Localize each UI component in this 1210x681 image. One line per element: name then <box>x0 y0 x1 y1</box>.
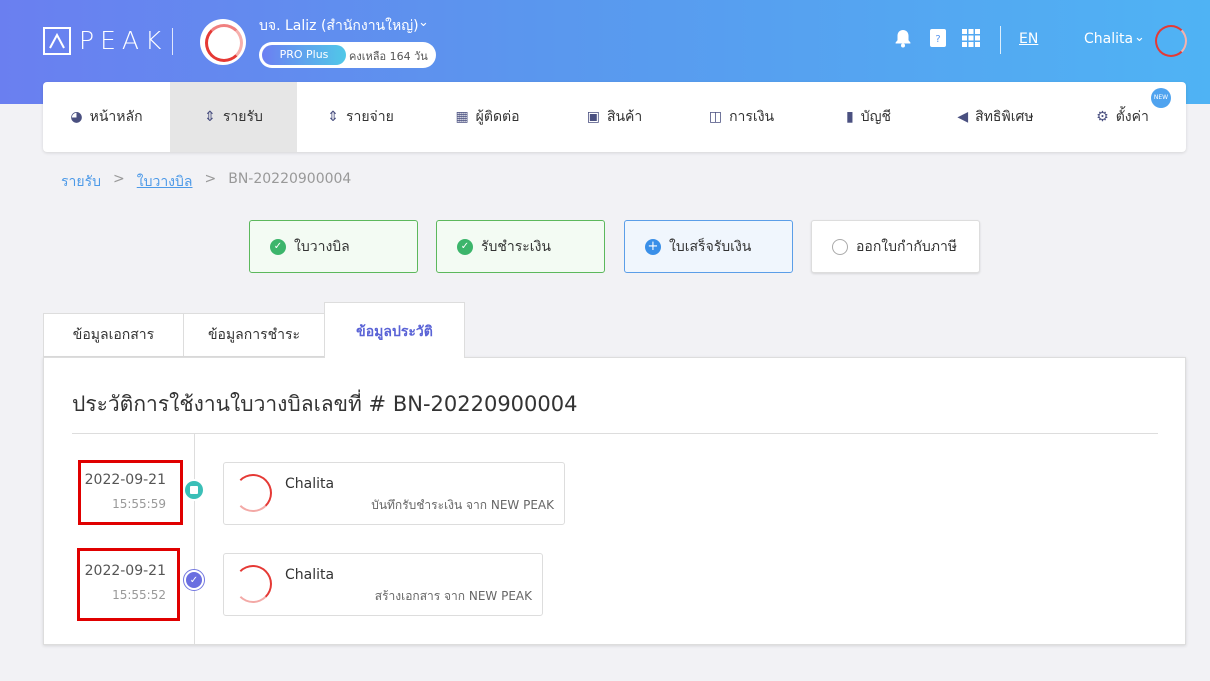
grid-icon[interactable] <box>960 27 982 49</box>
timeline-time: 15:55:59 <box>112 497 166 511</box>
history-panel: ประวัติการใช้งานใบวางบิลเลขที่ # BN-2022… <box>43 357 1186 645</box>
timeline-marker-icon <box>183 479 205 501</box>
workflow-step-billing-note[interactable]: ✓ ใบวางบิล <box>249 220 418 273</box>
nav-item-finance[interactable]: ◫ การเงิน <box>678 82 805 152</box>
breadcrumb-income[interactable]: รายรับ <box>61 171 101 193</box>
main-navigation: ◕ หน้าหลัก ⇕ รายรับ ⇕ รายจ่าย ▦ ผู้ติดต่… <box>43 82 1186 152</box>
megaphone-icon: ◀ <box>957 109 969 125</box>
header-divider <box>1000 26 1001 54</box>
plus-circle-icon: + <box>645 238 661 255</box>
timeline-time: 15:55:52 <box>112 588 166 602</box>
timeline-date: 2022-09-21 <box>84 563 166 579</box>
peak-logo[interactable]: PEAK <box>43 26 167 55</box>
timeline-user: Chalita <box>285 567 335 583</box>
language-switch[interactable]: EN <box>1019 31 1038 47</box>
nav-item-label: หน้าหลัก <box>89 109 143 125</box>
gear-icon: ⚙ <box>1096 109 1109 125</box>
nav-item-label: สิทธิพิเศษ <box>975 109 1034 125</box>
timeline-user: Chalita <box>285 476 335 492</box>
nav-item-privileges[interactable]: ◀ สิทธิพิเศษ <box>932 82 1059 152</box>
check-circle-icon: ✓ <box>270 238 286 255</box>
tab-label: ข้อมูลเอกสาร <box>72 327 155 343</box>
header-divider <box>172 28 173 55</box>
money-icon: ◫ <box>708 109 723 125</box>
workflow-step-tax-invoice[interactable]: ออกใบกำกับภาษี <box>811 220 980 273</box>
nav-item-label: สินค้า <box>606 109 643 125</box>
tab-history[interactable]: ข้อมูลประวัติ <box>324 302 465 358</box>
step-label: ใบวางบิล <box>294 238 350 255</box>
timeline-line <box>194 434 195 645</box>
tab-payment-info[interactable]: ข้อมูลการชำระ <box>183 313 325 357</box>
nav-item-products[interactable]: ▣ สินค้า <box>551 82 678 152</box>
logo-mark-icon <box>43 26 71 55</box>
user-avatar <box>234 474 272 512</box>
timeline-action: สร้างเอกสาร จาก NEW PEAK <box>374 589 532 603</box>
box-icon: ▣ <box>586 109 600 125</box>
user-avatar[interactable] <box>1155 25 1187 57</box>
nav-item-label: รายรับ <box>222 109 263 125</box>
step-label: ออกใบกำกับภาษี <box>856 238 958 255</box>
check-circle-icon: ✓ <box>183 569 205 591</box>
ledger-icon: ▮ <box>845 109 854 125</box>
svg-text:?: ? <box>935 34 940 45</box>
timeline-date: 2022-09-21 <box>84 472 166 488</box>
user-avatar <box>234 565 272 603</box>
timeline-entry-card: Chalita บันทึกรับชำระเงิน จาก NEW PEAK <box>223 462 565 525</box>
plan-remaining-days: คงเหลือ 164 วัน <box>349 50 428 63</box>
book-icon[interactable]: ? <box>927 27 949 49</box>
nav-item-label: ผู้ติดต่อ <box>475 109 520 125</box>
check-circle-icon: ✓ <box>457 238 473 255</box>
nav-item-label: การเงิน <box>729 109 775 125</box>
breadcrumb-separator: > <box>204 171 217 187</box>
nav-item-label: บัญชี <box>860 109 892 125</box>
workflow-step-receive-payment[interactable]: ✓ รับชำระเงิน <box>436 220 605 273</box>
empty-circle-icon <box>832 238 848 255</box>
new-badge: NEW <box>1151 88 1171 108</box>
breadcrumb-billing-note[interactable]: ใบวางบิล <box>137 171 193 193</box>
chevron-down-icon[interactable]: ⌄ <box>418 15 429 30</box>
expense-icon: ⇕ <box>327 109 339 125</box>
company-avatar[interactable] <box>200 19 246 65</box>
nav-item-expense[interactable]: ⇕ รายจ่าย <box>297 82 424 152</box>
tab-label: ข้อมูลประวัติ <box>356 324 433 340</box>
timeline-action: บันทึกรับชำระเงิน จาก NEW PEAK <box>371 498 554 512</box>
nav-item-contacts[interactable]: ▦ ผู้ติดต่อ <box>424 82 551 152</box>
timeline-entry-card: Chalita สร้างเอกสาร จาก NEW PEAK <box>223 553 543 616</box>
step-label: รับชำระเงิน <box>481 238 551 255</box>
nav-item-accounting[interactable]: ▮ บัญชี <box>805 82 932 152</box>
timeline-timestamp: 2022-09-21 15:55:59 <box>62 472 166 511</box>
history-title: ประวัติการใช้งานใบวางบิลเลขที่ # BN-2022… <box>72 392 578 416</box>
logo-text: PEAK <box>79 26 168 55</box>
chevron-down-icon[interactable]: ⌄ <box>1134 30 1145 45</box>
company-name[interactable]: บจ. Laliz (สำนักงานใหญ่) <box>259 15 419 37</box>
step-label: ใบเสร็จรับเงิน <box>669 238 752 255</box>
income-icon: ⇕ <box>204 109 216 125</box>
user-name[interactable]: Chalita <box>1084 31 1133 47</box>
nav-item-income[interactable]: ⇕ รายรับ <box>170 82 297 152</box>
breadcrumb: รายรับ > ใบวางบิล > BN-20220900004 <box>61 171 351 193</box>
breadcrumb-separator: > <box>113 171 125 187</box>
breadcrumb-current-doc: BN-20220900004 <box>228 171 352 187</box>
building-icon: ▦ <box>455 109 469 125</box>
tab-label: ข้อมูลการชำระ <box>207 327 301 343</box>
nav-item-label: ตั้งค่า <box>1115 109 1149 125</box>
workflow-step-receipt[interactable]: + ใบเสร็จรับเงิน <box>624 220 793 273</box>
tab-document-info[interactable]: ข้อมูลเอกสาร <box>43 313 184 357</box>
bell-icon[interactable] <box>892 27 914 49</box>
nav-item-label: รายจ่าย <box>345 109 394 125</box>
dashboard-icon: ◕ <box>70 109 83 125</box>
plan-badge: PRO Plus <box>262 45 346 65</box>
divider <box>72 433 1158 434</box>
plan-pill: PRO Plus คงเหลือ 164 วัน <box>259 42 436 68</box>
timeline-timestamp: 2022-09-21 15:55:52 <box>62 563 166 602</box>
nav-item-home[interactable]: ◕ หน้าหลัก <box>43 82 170 152</box>
